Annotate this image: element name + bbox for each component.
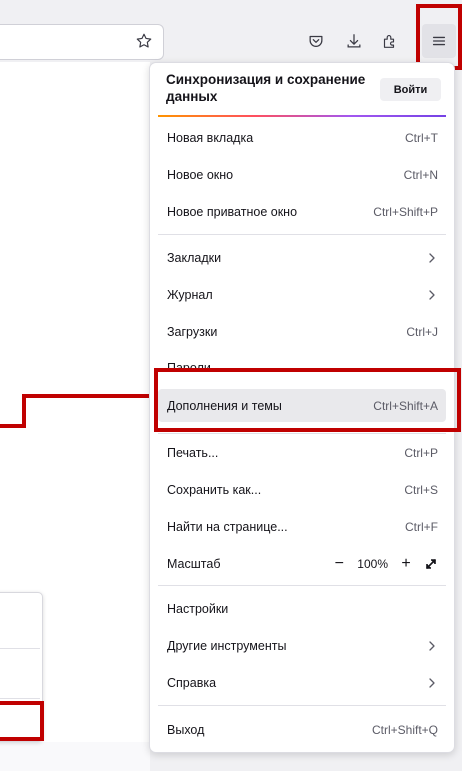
menu-item-downloads[interactable]: Загрузки Ctrl+J [158, 315, 446, 348]
menu-item-find-in-page[interactable]: Найти на странице... Ctrl+F [158, 510, 446, 543]
menu-item-help[interactable]: Справка [158, 666, 446, 699]
menu-item-label: Загрузки [167, 324, 218, 339]
sync-accent-line [158, 115, 446, 117]
menu-separator [158, 433, 446, 434]
menu-item-label: Настройки [167, 601, 229, 616]
sync-title: Синхронизация и сохранение данных [166, 72, 366, 104]
pocket-icon[interactable] [299, 24, 333, 58]
menu-item-shortcut: Ctrl+T [405, 130, 438, 145]
menu-item-label: Другие инструменты [167, 638, 287, 653]
fullscreen-icon[interactable] [424, 557, 438, 571]
menu-item-settings[interactable]: Настройки [158, 592, 446, 625]
page-bottom-strip [0, 742, 150, 771]
extensions-icon[interactable] [372, 24, 406, 58]
menu-item-label: Новая вкладка [167, 130, 254, 145]
menu-item-label: Новое окно [167, 167, 234, 182]
menu-item-shortcut: Ctrl+N [403, 167, 438, 182]
download-icon[interactable] [337, 24, 371, 58]
zoom-level[interactable]: 100% [357, 557, 388, 571]
menu-item-new-tab[interactable]: Новая вкладка Ctrl+T [158, 121, 446, 154]
addons-highlight-box [154, 368, 461, 432]
menu-item-label: Сохранить как... [167, 482, 262, 497]
menu-item-shortcut: Ctrl+Shift+P [373, 204, 438, 219]
hamburger-highlight-box [416, 4, 462, 70]
menu-item-shortcut: Ctrl+Shift+Q [371, 722, 438, 737]
menu-item-shortcut: Ctrl+S [404, 482, 438, 497]
secondary-panel-divider [0, 698, 40, 699]
menu-separator [158, 585, 446, 586]
sign-in-button[interactable]: Войти [380, 78, 441, 101]
chevron-right-icon [426, 289, 438, 301]
zoom-controls: − 100% + [331, 555, 438, 572]
menu-item-more-tools[interactable]: Другие инструменты [158, 629, 446, 662]
annotation-connector [22, 394, 26, 428]
menu-separator [158, 705, 446, 706]
menu-item-label: Закладки [167, 250, 222, 265]
menu-item-new-private-window[interactable]: Новое приватное окно Ctrl+Shift+P [158, 195, 446, 228]
zoom-out-button[interactable]: − [331, 555, 347, 572]
secondary-highlight-box [0, 701, 44, 741]
menu-item-zoom: Масштаб − 100% + [158, 547, 446, 580]
menu-item-label: Справка [167, 675, 217, 690]
secondary-panel-divider [0, 648, 40, 649]
menu-item-new-window[interactable]: Новое окно Ctrl+N [158, 158, 446, 191]
menu-item-shortcut: Ctrl+F [405, 519, 438, 534]
chevron-right-icon [426, 677, 438, 689]
menu-item-bookmarks[interactable]: Закладки [158, 241, 446, 274]
menu-item-label: Печать... [167, 445, 219, 460]
menu-separator [158, 234, 446, 235]
menu-item-save-as[interactable]: Сохранить как... Ctrl+S [158, 473, 446, 506]
menu-item-label: Найти на странице... [167, 519, 288, 534]
menu-item-history[interactable]: Журнал [158, 278, 446, 311]
menu-item-shortcut: Ctrl+J [406, 324, 438, 339]
menu-item-exit[interactable]: Выход Ctrl+Shift+Q [158, 713, 446, 746]
annotation-connector [22, 394, 156, 398]
menu-item-label: Выход [167, 722, 205, 737]
chevron-right-icon [426, 640, 438, 652]
menu-item-label: Журнал [167, 287, 213, 302]
star-icon[interactable] [127, 24, 161, 58]
zoom-in-button[interactable]: + [398, 555, 414, 572]
chevron-right-icon [426, 252, 438, 264]
menu-item-print[interactable]: Печать... Ctrl+P [158, 436, 446, 469]
menu-item-shortcut: Ctrl+P [404, 445, 438, 460]
menu-item-label: Новое приватное окно [167, 204, 298, 219]
menu-item-label: Масштаб [167, 556, 221, 571]
